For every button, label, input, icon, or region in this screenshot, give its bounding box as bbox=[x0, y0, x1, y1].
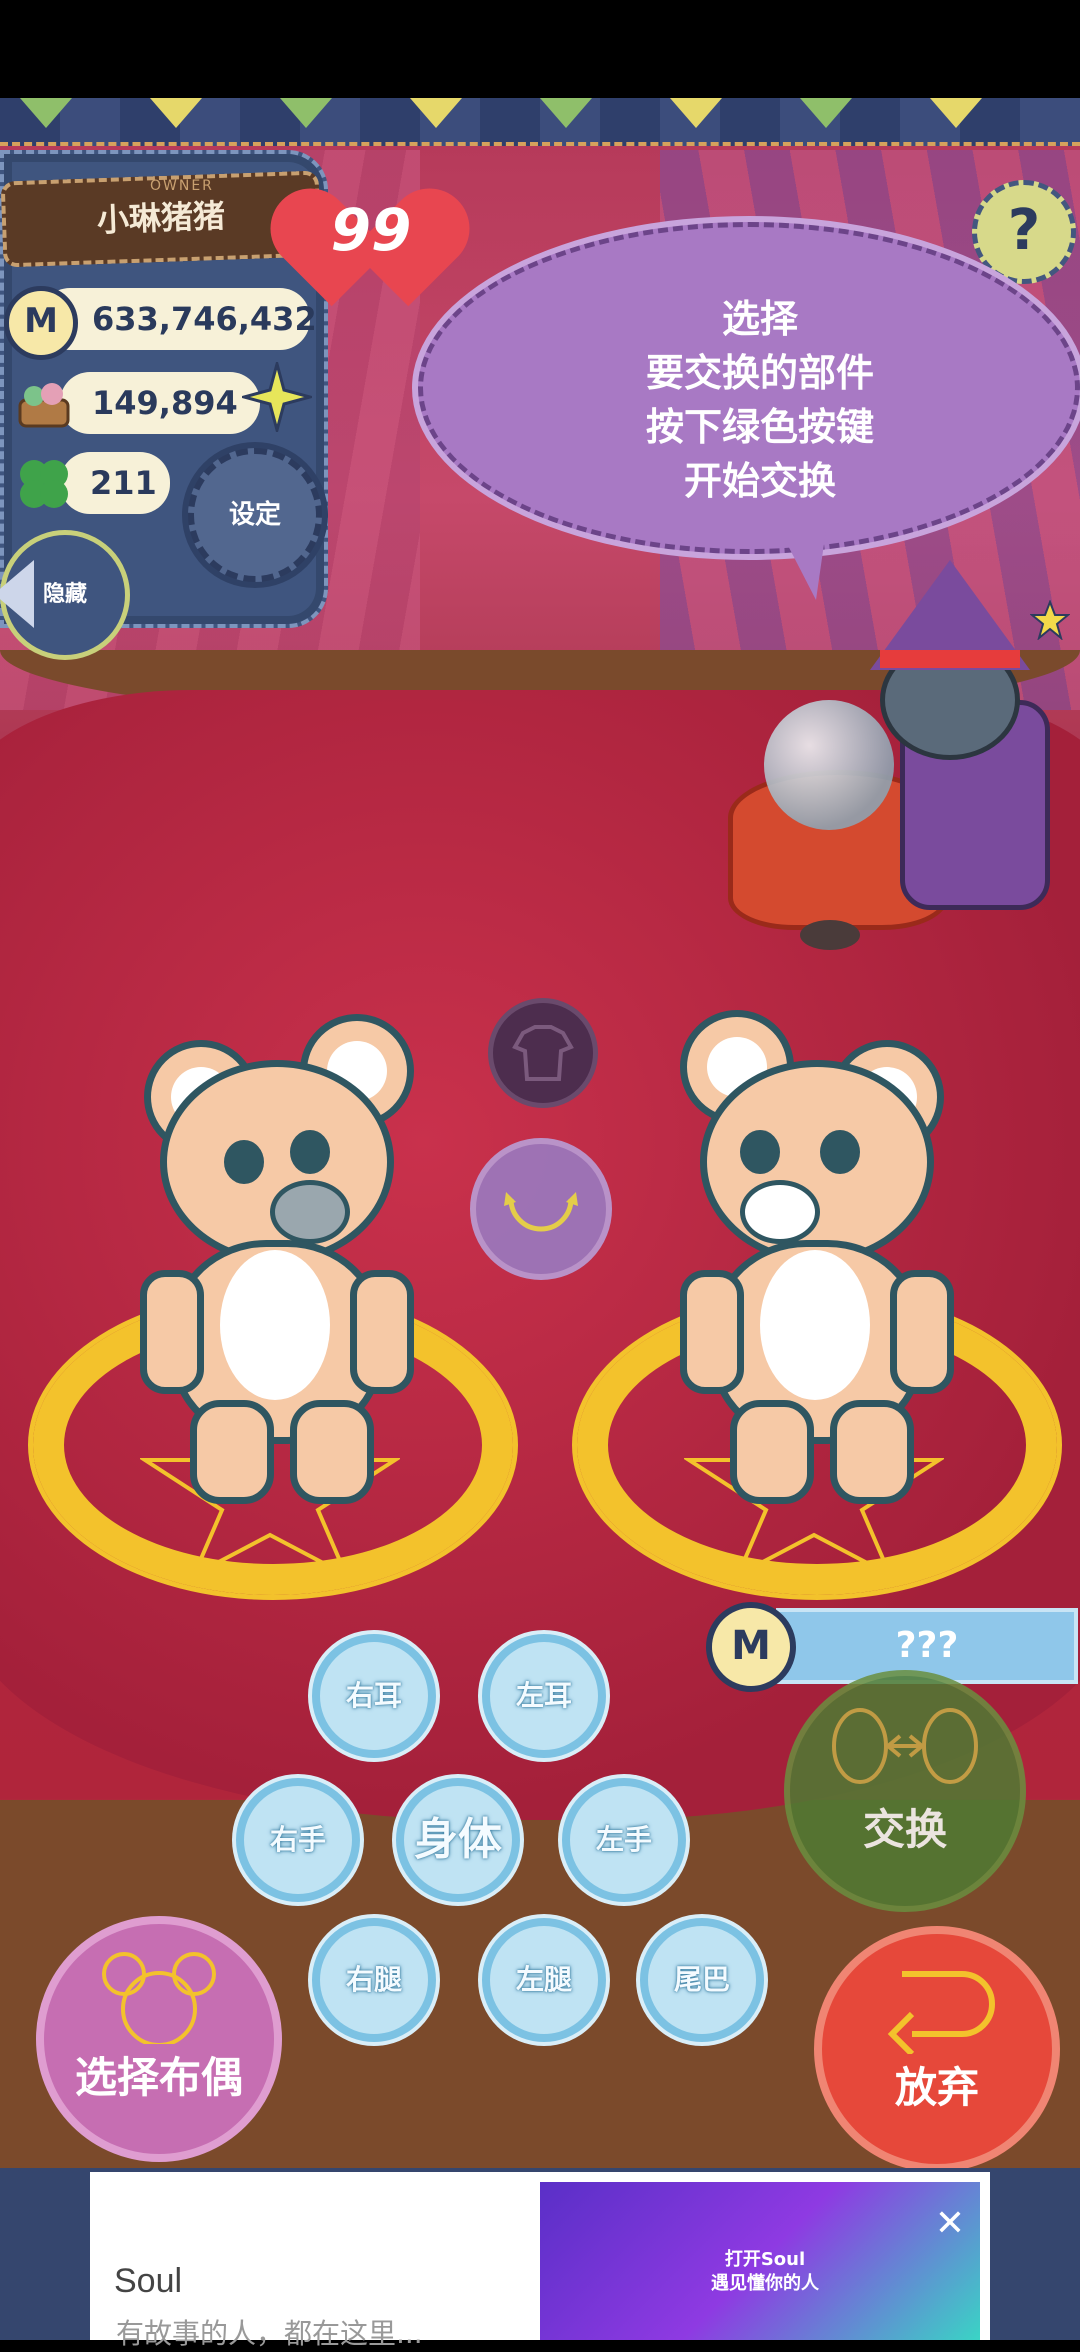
part-button-left-hand[interactable]: 左手 bbox=[562, 1778, 686, 1902]
ad-image-text: 打开Soul 遇见懂你的人 bbox=[680, 2248, 850, 2296]
help-button[interactable]: ? bbox=[972, 180, 1076, 284]
instruction-text: 选择 要交换的部件 按下绿色按键 开始交换 bbox=[560, 292, 960, 508]
bear-eye bbox=[224, 1140, 264, 1184]
bunting-flag bbox=[20, 98, 72, 128]
part-button-left-ear[interactable]: 左耳 bbox=[482, 1634, 606, 1758]
part-button-body[interactable]: 身体 bbox=[396, 1778, 520, 1902]
bear-eye bbox=[290, 1130, 330, 1174]
part-button-right-hand[interactable]: 右手 bbox=[236, 1778, 360, 1902]
bear-arm bbox=[890, 1270, 954, 1394]
ad-image-line: 打开Soul bbox=[724, 2249, 806, 2270]
hide-button-label: 隐藏 bbox=[42, 582, 87, 607]
bear-arm bbox=[680, 1270, 744, 1394]
table-stand bbox=[800, 920, 860, 950]
coin-icon: M bbox=[4, 286, 78, 360]
bear-arm bbox=[350, 1270, 414, 1394]
owner-label: OWNER bbox=[150, 178, 214, 194]
heart-count: 99 bbox=[330, 196, 412, 264]
bear-snout bbox=[270, 1180, 350, 1244]
crystal-ball bbox=[764, 700, 894, 830]
swap-arrows-icon bbox=[832, 1708, 978, 1784]
instruction-line: 选择 bbox=[721, 297, 798, 341]
part-button-tail[interactable]: 尾巴 bbox=[640, 1918, 764, 2042]
part-button-left-leg[interactable]: 左腿 bbox=[482, 1918, 606, 2042]
instruction-line: 按下绿色按键 bbox=[645, 405, 874, 449]
give-up-button[interactable]: 放弃 bbox=[814, 1926, 1060, 2172]
bear-leg bbox=[190, 1400, 274, 1504]
wizard-hat-band bbox=[880, 650, 1020, 668]
bear-belly bbox=[760, 1250, 870, 1400]
bear-leg bbox=[830, 1400, 914, 1504]
sparkle-icon bbox=[238, 358, 316, 436]
speech-bubble-tail bbox=[780, 530, 826, 600]
clover-count-row: 211 bbox=[60, 452, 170, 514]
bear-leg bbox=[290, 1400, 374, 1504]
close-icon[interactable]: ✕ bbox=[930, 2204, 970, 2244]
coin-balance-row: 633,746,432 bbox=[40, 288, 317, 350]
bear-head bbox=[160, 1060, 394, 1264]
item-count-row: 149,894 bbox=[60, 372, 260, 434]
rotate-button[interactable] bbox=[470, 1138, 612, 1280]
clover-icon bbox=[12, 452, 76, 516]
bear-belly bbox=[220, 1250, 330, 1400]
instruction-line: 开始交换 bbox=[683, 459, 836, 503]
swap-button[interactable]: 交换 bbox=[784, 1670, 1026, 1912]
settings-button[interactable]: 设定 bbox=[188, 448, 322, 582]
clover-count: 211 bbox=[90, 464, 157, 502]
bunting-flag bbox=[800, 98, 852, 128]
bunting-flag bbox=[150, 98, 202, 128]
status-bar bbox=[0, 0, 1080, 98]
clothing-button[interactable] bbox=[488, 998, 598, 1108]
bear-eye bbox=[820, 1130, 860, 1174]
bear-leg bbox=[730, 1400, 814, 1504]
item-count: 149,894 bbox=[92, 384, 238, 422]
bear-snout bbox=[740, 1180, 820, 1244]
star-icon bbox=[1029, 599, 1071, 641]
teddy-bear-right[interactable] bbox=[680, 990, 960, 1504]
choose-doll-button[interactable]: 选择布偶 bbox=[36, 1916, 282, 2162]
shirt-icon bbox=[512, 1025, 574, 1081]
part-button-right-leg[interactable]: 右腿 bbox=[312, 1918, 436, 2042]
bear-face-icon bbox=[102, 1952, 216, 2044]
arrow-left-icon bbox=[0, 560, 34, 628]
part-button-right-ear[interactable]: 右耳 bbox=[312, 1634, 436, 1758]
coin-balance: 633,746,432 bbox=[92, 300, 317, 338]
ad-image-line: 遇见懂你的人 bbox=[711, 2273, 819, 2294]
bunting-flag bbox=[930, 98, 982, 128]
bunting-flag bbox=[280, 98, 332, 128]
bear-head bbox=[700, 1060, 934, 1264]
coin-icon: M bbox=[706, 1602, 796, 1692]
u-turn-arrow-icon bbox=[887, 1971, 995, 2054]
bunting-flag bbox=[670, 98, 722, 128]
instruction-line: 要交换的部件 bbox=[645, 351, 874, 395]
bunting-flag bbox=[410, 98, 462, 128]
ad-tagline: 有故事的人，都在这里... bbox=[116, 2317, 423, 2350]
teddy-bear-left[interactable] bbox=[140, 1000, 420, 1504]
swap-button-label: 交换 bbox=[862, 1805, 947, 1854]
rotate-icon bbox=[504, 1192, 578, 1232]
choose-doll-label: 选择布偶 bbox=[74, 2053, 243, 2102]
ad-app-name: Soul bbox=[114, 2262, 183, 2300]
give-up-label: 放弃 bbox=[894, 2063, 979, 2112]
bear-eye bbox=[740, 1130, 780, 1174]
bunting-flag bbox=[540, 98, 592, 128]
bear-arm bbox=[140, 1270, 204, 1394]
vegetable-basket-icon bbox=[14, 372, 74, 432]
